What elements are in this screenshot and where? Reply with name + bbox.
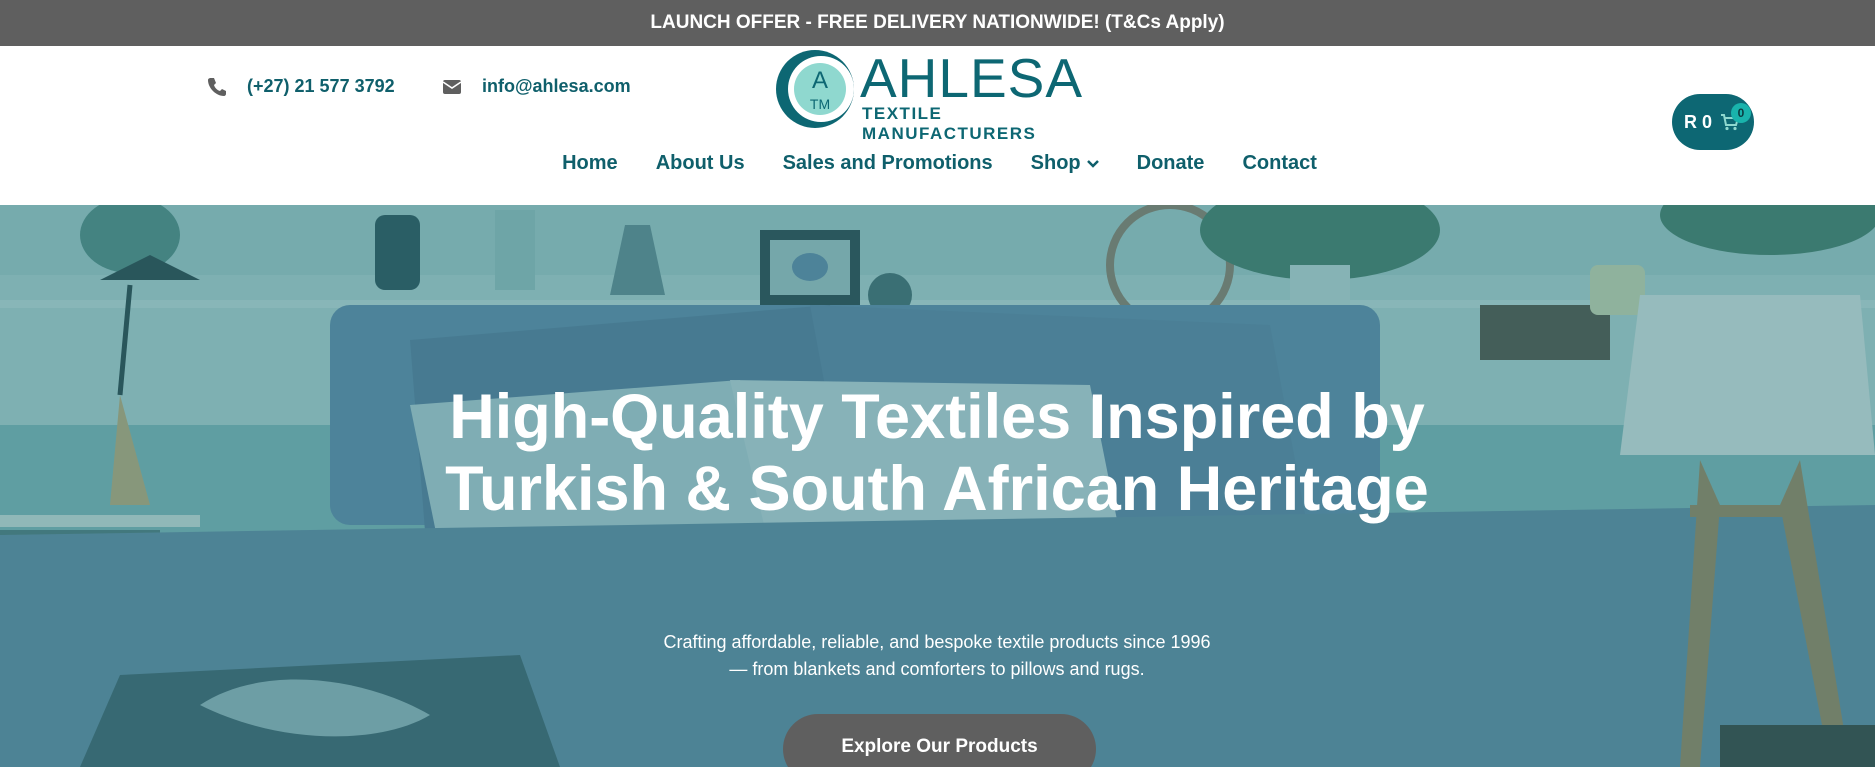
announcement-text: LAUNCH OFFER - FREE DELIVERY NATIONWIDE!… [650,12,1225,33]
cart-button[interactable]: R 0 0 [1672,94,1754,150]
logo-mark-icon: A TM [776,50,854,128]
nav-shop[interactable]: Shop [1031,152,1099,175]
envelope-icon [442,79,462,95]
main-nav: Home About Us Sales and Promotions Shop … [0,152,1875,175]
logo-mark-letter: A [812,67,828,94]
phone-contact[interactable]: (+27) 21 577 3792 [207,76,395,97]
nav-sales-promotions[interactable]: Sales and Promotions [783,152,993,175]
logo-name: AHLESA [860,47,1084,109]
nav-contact[interactable]: Contact [1242,152,1316,175]
hero-section: High-Quality Textiles Inspired by Turkis… [0,205,1875,767]
nav-shop-label: Shop [1030,152,1081,174]
cart-total: R 0 [1684,111,1713,132]
logo-tagline: TEXTILE MANUFACTURERS [862,104,1037,143]
site-header: (+27) 21 577 3792 info@ahlesa.com A TM A… [0,46,1875,205]
email-address: info@ahlesa.com [482,76,631,96]
hero-subtitle: Crafting affordable, reliable, and bespo… [663,632,1211,679]
hero-title: High-Quality Textiles Inspired by Turkis… [445,382,1429,524]
nav-about-us[interactable]: About Us [656,152,745,175]
site-logo[interactable]: A TM AHLESA TEXTILE MANUFACTURERS [774,46,1110,143]
nav-home[interactable]: Home [562,152,618,175]
cart-count-badge: 0 [1731,103,1751,123]
phone-number: (+27) 21 577 3792 [247,76,395,96]
chevron-down-icon [1086,159,1099,168]
nav-donate[interactable]: Donate [1137,152,1205,175]
explore-products-button[interactable]: Explore Our Products [783,714,1096,767]
logo-mark-tm: TM [810,96,830,112]
email-contact[interactable]: info@ahlesa.com [442,76,631,97]
phone-icon [207,77,227,97]
announcement-bar: LAUNCH OFFER - FREE DELIVERY NATIONWIDE!… [0,0,1875,46]
